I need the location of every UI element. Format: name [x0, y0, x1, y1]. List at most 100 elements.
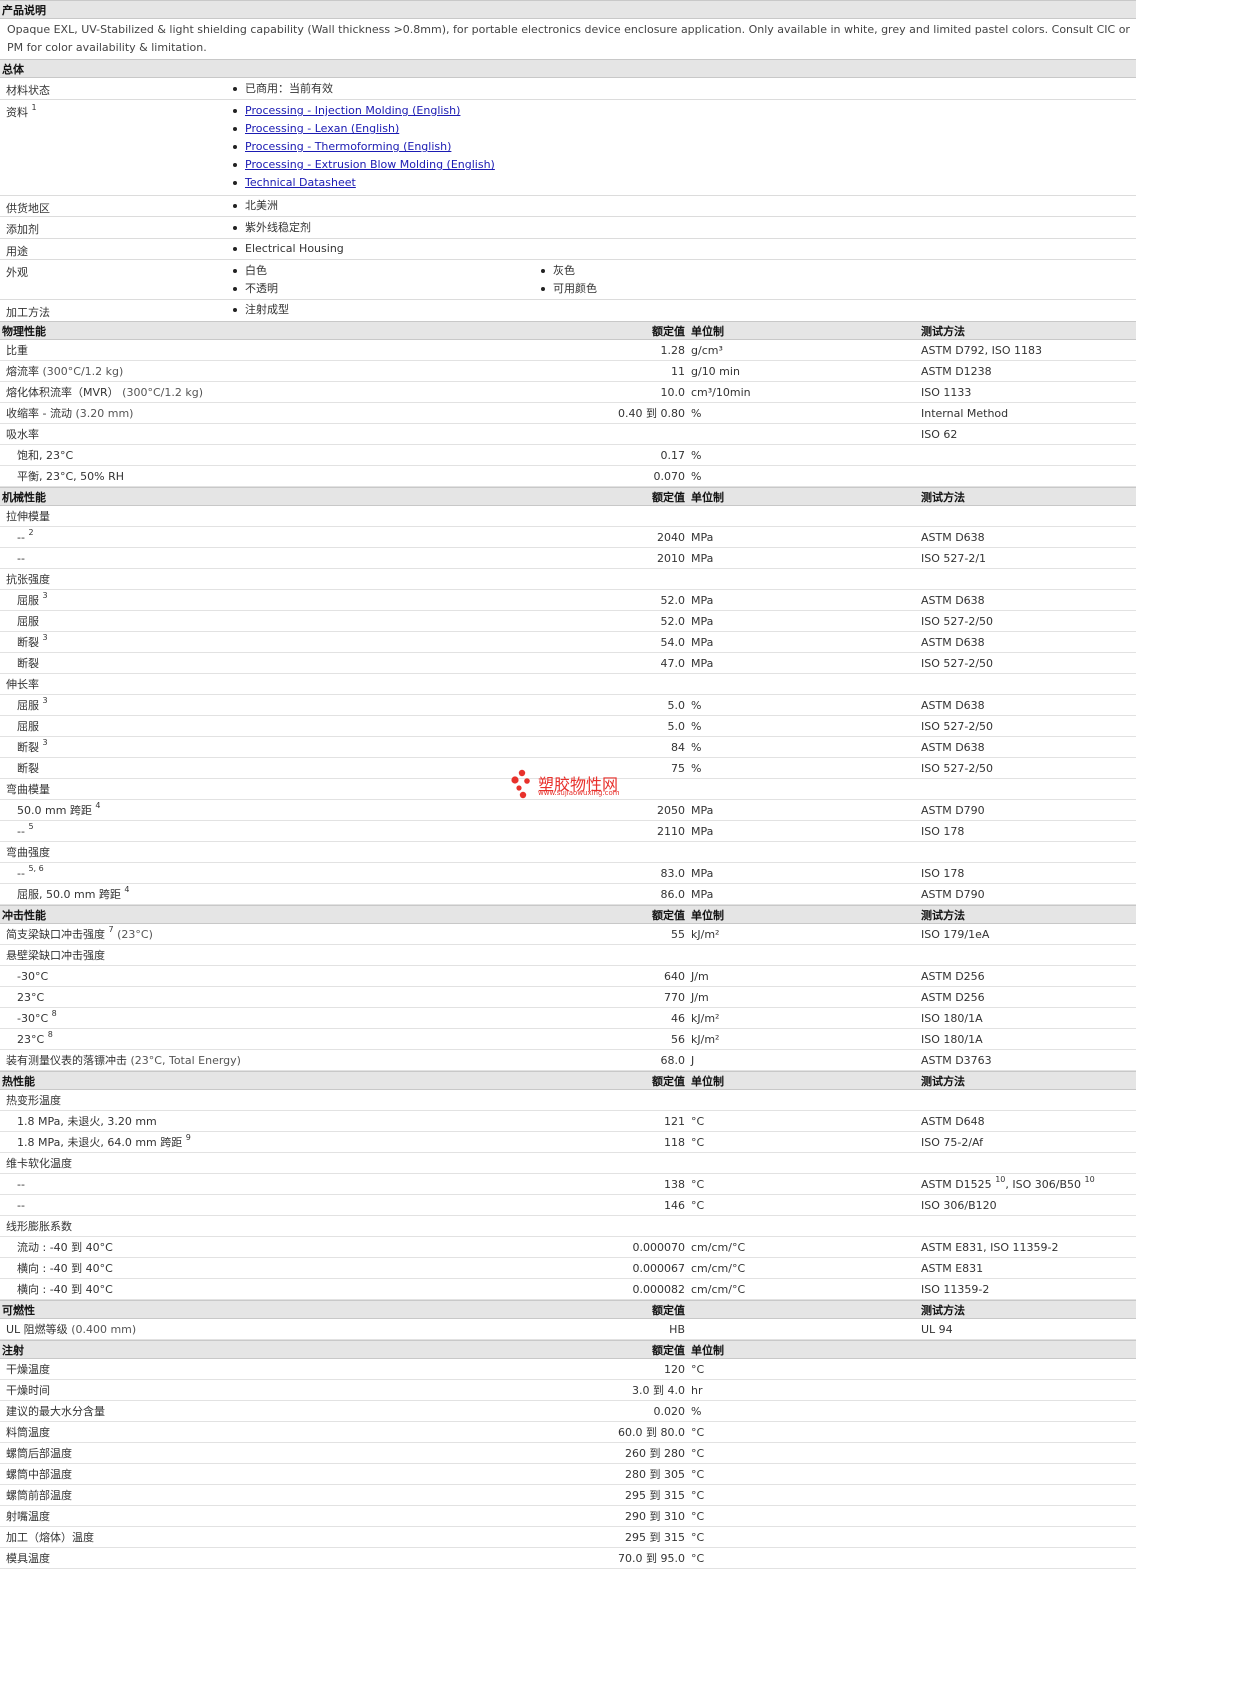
property-value: 0.000070 [632, 1241, 686, 1254]
footnote-ref: 5, 6 [28, 864, 44, 873]
property-row: 屈服 3 5.0% ASTM D638 [0, 695, 1136, 716]
property-name: 1.8 MPa, 未退火, 64.0 mm 跨距 [17, 1136, 183, 1149]
property-name: -- [17, 552, 25, 565]
footnote-ref: 8 [51, 1009, 57, 1018]
test-condition: (0.400 mm) [71, 1323, 137, 1336]
column-header-value: 额定值 [652, 909, 685, 922]
property-value: 55 [671, 928, 685, 941]
property-unit: °C [691, 1552, 705, 1565]
section-header-description: 产品说明 [0, 0, 1136, 19]
test-method: ISO 178 [921, 821, 964, 842]
property-name: 悬壁梁缺口冲击强度 [6, 949, 105, 962]
general-row-documents: 资料 1 Processing - Injection Molding (Eng… [0, 100, 1136, 196]
test-method: ISO 527-2/50 [921, 653, 993, 674]
document-link[interactable]: Processing - Lexan (English) [245, 122, 399, 135]
column-header-value: 额定值 [652, 1344, 685, 1357]
property-label: 收缩率 - 流动 (3.20 mm) [6, 403, 133, 424]
general-row-method: 加工方法 注射成型 [0, 300, 1136, 321]
property-value: 2040 [657, 531, 685, 544]
property-label: 弯曲强度 [6, 842, 50, 863]
test-condition: (300°C/1.2 kg) [122, 386, 203, 399]
footnote-ref: 4 [124, 885, 130, 894]
property-value: 86.0 [660, 888, 686, 901]
general-row-uses: 用途 Electrical Housing [0, 239, 1136, 260]
test-method: ISO 306/B120 [921, 1195, 997, 1216]
property-unit: MPa [691, 867, 714, 880]
test-condition: (23°C, Total Energy) [130, 1054, 241, 1067]
column-header-value: 额定值 [652, 325, 685, 338]
property-row: 横向 : -40 到 40°C 0.000082 cm/cm/°C ISO 11359… [0, 1279, 1136, 1300]
property-row: 干燥温度 120 °C [0, 1359, 1136, 1380]
property-name: 比重 [6, 344, 28, 357]
test-method: ASTM D1525 10, ISO 306/B50 10 [921, 1174, 1095, 1195]
property-unit: °C [691, 1531, 705, 1544]
column-header-unit: 单位制 [691, 325, 724, 338]
property-label: 横向 : -40 到 40°C [17, 1279, 113, 1300]
property-label: 50.0 mm 跨距 4 [17, 800, 101, 821]
property-row: 23°C 770 J/m ASTM D256 [0, 987, 1136, 1008]
property-value: 295 到 315 [625, 1531, 685, 1544]
property-unit: MPa [691, 888, 714, 901]
property-unit: % [691, 449, 702, 462]
property-name: 射嘴温度 [6, 1510, 50, 1523]
property-unit: °C [691, 1489, 705, 1502]
section-title: 总体 [2, 63, 24, 76]
watermark: 塑胶物性网 www.sujiaowuxing.com [510, 768, 620, 803]
property-row: 模具温度 70.0 到 95.0 °C [0, 1548, 1136, 1569]
document-link[interactable]: Processing - Thermoforming (English) [245, 140, 451, 153]
property-value: 5.0 [667, 699, 686, 712]
property-label: -- 2 [17, 527, 34, 548]
bullet-item: 注射成型 [233, 301, 1136, 319]
footnote-ref: 10 [995, 1175, 1006, 1184]
property-row: 平衡, 23°C, 50% RH 0.070% [0, 466, 1136, 487]
test-method-text: ASTM D792, ISO 1183 [921, 344, 1043, 357]
test-method: UL 94 [921, 1319, 953, 1340]
property-label: -- 5 [17, 821, 34, 842]
property-value: 75 [671, 762, 685, 775]
test-method: ISO 11359-2 [921, 1279, 989, 1300]
property-value: HB [669, 1323, 685, 1336]
bullet-item: 灰色 [541, 262, 849, 280]
general-row-additive: 添加剂 紫外线稳定剂 [0, 217, 1136, 239]
property-label: 干燥时间 [6, 1380, 50, 1401]
property-unit: kJ/m² [691, 928, 720, 941]
test-method-text: ISO 306/B120 [921, 1199, 997, 1212]
property-row: -- 5 2110 MPa ISO 178 [0, 821, 1136, 842]
property-name: 干燥温度 [6, 1363, 50, 1376]
property-row: -- 5, 6 83.0 MPa ISO 178 [0, 863, 1136, 884]
document-link[interactable]: Processing - Injection Molding (English) [245, 104, 460, 117]
property-label: 简支梁缺口冲击强度 7 (23°C) [6, 924, 153, 945]
bullet-item: Processing - Injection Molding (English) [233, 102, 1136, 120]
property-value: 56 [671, 1033, 685, 1046]
property-label: 屈服 [17, 611, 39, 632]
property-name: -- [17, 825, 25, 838]
property-row: 抗张强度 [0, 569, 1136, 590]
test-method: ASTM D790 [921, 800, 985, 821]
property-row: 熔流率 (300°C/1.2 kg) 11 g/10 min ASTM D1238 [0, 361, 1136, 382]
bullet-item: 不透明 [233, 280, 541, 298]
test-method: ISO 527-2/50 [921, 611, 993, 632]
property-unit: cm³/10min [691, 386, 751, 399]
section-title: 注射 [2, 1344, 24, 1357]
test-method: ASTM D648 [921, 1111, 985, 1132]
property-name: 断裂 [17, 657, 39, 670]
property-value: 60.0 到 80.0 [618, 1426, 685, 1439]
property-row: 吸水率 ISO 62 [0, 424, 1136, 445]
document-link[interactable]: Processing - Extrusion Blow Molding (Eng… [245, 158, 495, 171]
property-label: 屈服 [17, 716, 39, 737]
test-method: ISO 527-2/50 [921, 758, 993, 779]
property-row: 收缩率 - 流动 (3.20 mm) 0.40 到 0.80% Internal M… [0, 403, 1136, 424]
column-header-method: 测试方法 [921, 1075, 965, 1088]
property-name: 断裂 [17, 762, 39, 775]
property-label: 悬壁梁缺口冲击强度 [6, 945, 105, 966]
property-row: 热变形温度 [0, 1090, 1136, 1111]
property-label: 流动 : -40 到 40°C [17, 1237, 113, 1258]
document-link[interactable]: Technical Datasheet [245, 176, 356, 189]
row-label: 加工方法 [6, 306, 50, 319]
property-value: 118 [664, 1136, 685, 1149]
column-header-method: 测试方法 [921, 1304, 965, 1317]
section-title: 热性能 [2, 1075, 35, 1088]
property-unit: MPa [691, 615, 714, 628]
property-value: 68.0 [660, 1054, 686, 1067]
property-row: 50.0 mm 跨距 4 2050 MPa ASTM D790 [0, 800, 1136, 821]
